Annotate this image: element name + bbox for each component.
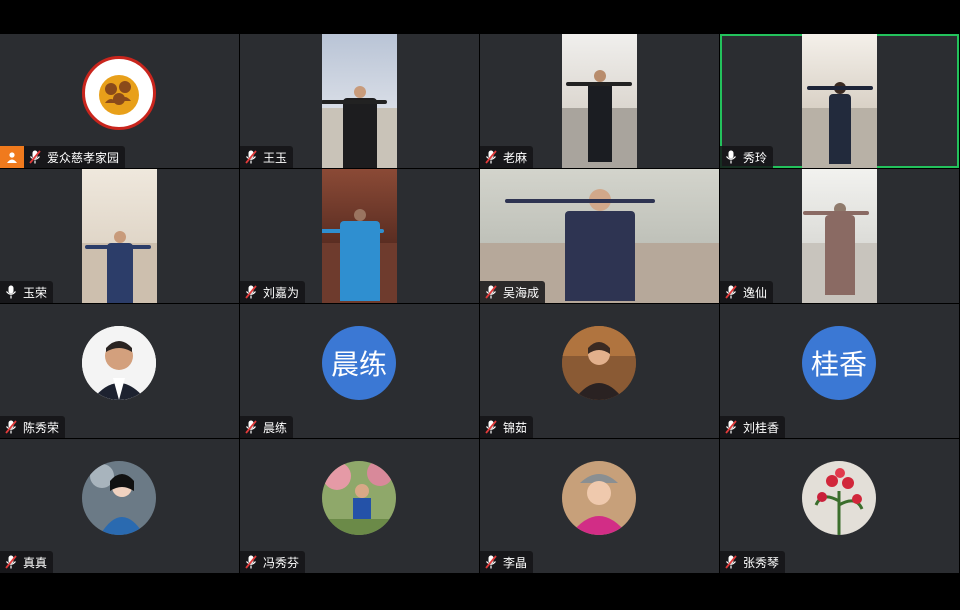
participant-tile[interactable]: 逸仙 [720,169,959,303]
profile-photo [82,326,156,400]
participant-name-tag: 张秀琴 [720,551,786,573]
participant-name: 冯秀芬 [263,555,300,570]
participant-name-tag: 吴海成 [480,281,546,303]
participant-name-tag: 逸仙 [720,281,774,303]
participant-name: 爱众慈孝家园 [47,150,120,165]
mic-muted-icon [484,285,498,299]
profile-photo [562,326,636,400]
profile-photo [322,461,396,535]
participant-name: 老麻 [503,150,528,165]
participant-tile[interactable]: 玉荣 [0,169,239,303]
participant-name: 秀玲 [743,150,768,165]
participant-name: 刘桂香 [743,420,780,435]
participant-tile[interactable]: 真真 [0,439,239,573]
participant-tile[interactable]: 晨练 晨练 [240,304,479,438]
participant-tile[interactable]: 陈秀荣 [0,304,239,438]
participant-name-tag: 真真 [0,551,54,573]
participant-tile[interactable]: 锦茹 [480,304,719,438]
participant-name: 王玉 [263,150,288,165]
mic-muted-icon [484,420,498,434]
participant-name-tag: 晨练 [240,416,294,438]
video-feed [802,34,877,168]
participant-name-tag: 玉荣 [0,281,54,303]
mic-muted-icon [724,555,738,569]
participant-name-tag: 冯秀芬 [240,551,306,573]
mic-muted-icon [484,555,498,569]
mic-muted-icon [244,285,258,299]
participant-tile[interactable]: 冯秀芬 [240,439,479,573]
mic-muted-icon [4,555,18,569]
participant-tile[interactable]: 李晶 [480,439,719,573]
participant-tile[interactable]: 桂香 刘桂香 [720,304,959,438]
profile-photo [562,461,636,535]
mic-muted-icon [724,420,738,434]
participant-name: 李晶 [503,555,528,570]
participant-name: 真真 [23,555,48,570]
org-logo [82,56,156,130]
mic-on-icon [724,150,738,164]
participant-tile-active-speaker[interactable]: 秀玲 [720,34,959,168]
participant-name-tag: 爱众慈孝家园 [0,146,126,168]
participant-name-tag: 老麻 [480,146,534,168]
participant-tile[interactable]: 张秀琴 [720,439,959,573]
video-feed [322,34,397,168]
video-feed [802,169,877,303]
video-feed [322,169,397,303]
host-icon [0,146,24,168]
profile-photo [82,461,156,535]
participant-name: 张秀琴 [743,555,780,570]
mic-muted-icon [244,555,258,569]
participant-name: 玉荣 [23,285,48,300]
mic-muted-icon [244,150,258,164]
mic-muted-icon [4,420,18,434]
participant-tile[interactable]: 吴海成 [480,169,719,303]
participant-tile[interactable]: 王玉 [240,34,479,168]
participant-name: 陈秀荣 [23,420,60,435]
participant-name: 锦茹 [503,420,528,435]
participant-name-tag: 锦茹 [480,416,534,438]
participant-grid: 爱众慈孝家园 王玉 老麻 秀玲 玉荣 刘嘉为 吴海成 逸仙 陈秀荣 晨练 晨练 … [0,34,960,575]
video-feed [562,34,637,168]
participant-name-tag: 刘桂香 [720,416,786,438]
participant-name-tag: 刘嘉为 [240,281,306,303]
profile-photo [802,461,876,535]
participant-name: 吴海成 [503,285,540,300]
initials-avatar: 晨练 [322,326,396,400]
participant-name-tag: 陈秀荣 [0,416,66,438]
mic-muted-icon [724,285,738,299]
participant-name-tag: 李晶 [480,551,534,573]
mic-on-icon [4,285,18,299]
mic-muted-icon [484,150,498,164]
video-feed [82,169,157,303]
participant-tile[interactable]: 爱众慈孝家园 [0,34,239,168]
participant-name: 晨练 [263,420,288,435]
participant-name: 逸仙 [743,285,768,300]
participant-tile[interactable]: 刘嘉为 [240,169,479,303]
participant-name-tag: 秀玲 [720,146,774,168]
participant-tile[interactable]: 老麻 [480,34,719,168]
initials-avatar: 桂香 [802,326,876,400]
mic-muted-icon [28,150,42,164]
mic-muted-icon [244,420,258,434]
participant-name: 刘嘉为 [263,285,300,300]
participant-name-tag: 王玉 [240,146,294,168]
